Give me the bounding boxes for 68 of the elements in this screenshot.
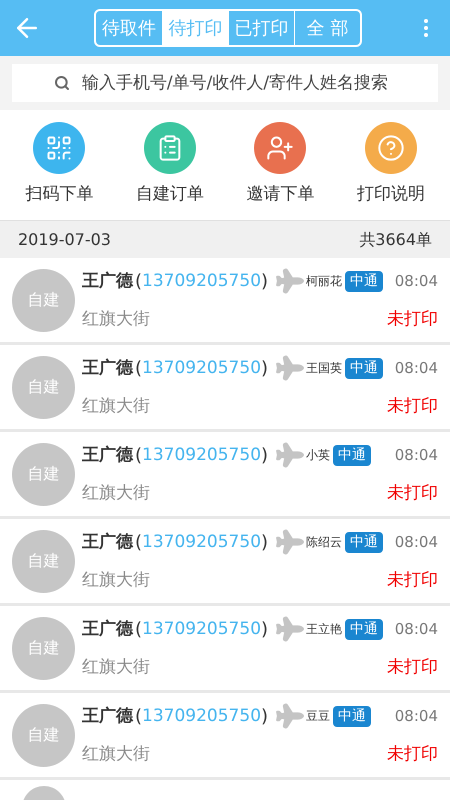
order-time: 08:04 xyxy=(394,619,438,640)
order-count: 共3664单 xyxy=(359,228,432,250)
avatar-badge: 自建 xyxy=(12,268,75,332)
search-field[interactable]: 输入手机号/单号/收件人/寄件人姓名搜索 xyxy=(12,64,438,102)
open-paren: ( xyxy=(135,444,142,468)
carrier-tag: 中通 xyxy=(345,532,384,553)
address-text: 红旗大街 xyxy=(82,395,150,418)
address-text: 红旗大街 xyxy=(82,656,150,680)
avatar-badge: 自建 xyxy=(12,442,75,506)
order-row[interactable]: 自建 王广德(13709205750) 豆豆 中通 08:04 红旗大街 未打印 xyxy=(0,693,450,780)
sender-name: 王广德 xyxy=(82,530,133,554)
sender-name: 王广德 xyxy=(82,704,133,728)
recipient-name: 小英 xyxy=(306,447,330,464)
print-status: 未打印 xyxy=(387,482,438,506)
search-icon xyxy=(54,75,70,91)
action-button[interactable]: 打印说明 xyxy=(338,122,444,208)
order-time: 08:04 xyxy=(394,445,438,466)
recipient-name: 王立艳 xyxy=(306,621,342,638)
close-paren: ) xyxy=(261,356,268,381)
order-row[interactable]: 自建 王广德(13709205750) 王立艳 中通 08:04 红旗大街 未打印 xyxy=(0,606,450,693)
avatar-badge: 自建 xyxy=(12,704,75,766)
open-paren: ( xyxy=(135,618,142,642)
open-paren: ( xyxy=(135,356,142,381)
avatar-badge: 自建 xyxy=(12,616,75,680)
order-time: 08:04 xyxy=(394,271,438,292)
recipient-name: 豆豆 xyxy=(306,708,330,726)
close-paren: ) xyxy=(261,704,268,729)
address-text: 红旗大街 xyxy=(82,482,150,506)
close-paren: ) xyxy=(261,530,268,555)
carrier-tag: 中通 xyxy=(333,444,372,466)
recipient-name: 王国英 xyxy=(306,360,342,378)
sender-name: 王广德 xyxy=(82,618,133,640)
date-text: 2019-07-03 xyxy=(18,228,111,250)
action-button[interactable]: 扫码下单 xyxy=(6,122,112,208)
avatar-badge: 自建 xyxy=(12,356,75,418)
close-paren: ) xyxy=(261,618,268,642)
order-time: 08:04 xyxy=(394,706,438,727)
print-status: 未打印 xyxy=(387,656,438,680)
action-button[interactable]: 邀请下单 xyxy=(228,122,333,208)
carrier-tag: 中通 xyxy=(333,706,372,727)
order-time: 08:04 xyxy=(394,532,438,553)
order-row[interactable]: 自建 王广德(13709205750) 陈绍云 中通 08:04 红旗大街 未打印 xyxy=(0,519,450,606)
open-paren: ( xyxy=(135,530,142,555)
close-paren: ) xyxy=(261,444,268,468)
print-status: 未打印 xyxy=(387,395,438,418)
address-text: 红旗大街 xyxy=(82,743,150,766)
address-text: 红旗大街 xyxy=(82,569,150,592)
action-button[interactable]: 自建订单 xyxy=(117,122,222,208)
avatar-badge: 自建 xyxy=(12,530,75,592)
address-text: 红旗大街 xyxy=(82,308,150,332)
order-row[interactable]: 自建 王广德(13709205750) 王国英 中通 08:04 红旗大街 未打印 xyxy=(0,345,450,432)
open-paren: ( xyxy=(135,270,142,294)
sender-name: 王广德 xyxy=(82,270,133,292)
order-time: 08:04 xyxy=(394,358,438,379)
print-status: 未打印 xyxy=(387,308,438,332)
carrier-tag: 中通 xyxy=(345,270,384,292)
carrier-tag: 中通 xyxy=(345,358,384,379)
open-paren: ( xyxy=(135,704,142,729)
print-status: 未打印 xyxy=(387,743,438,766)
sender-name: 王广德 xyxy=(82,356,133,380)
order-row[interactable]: 自建 王广德(13709205750) 小英 中通 08:04 红旗大街 未打印 xyxy=(0,432,450,519)
recipient-name: 陈绍云 xyxy=(306,534,342,552)
carrier-tag: 中通 xyxy=(345,618,384,640)
sender-name: 王广德 xyxy=(82,444,133,466)
recipient-name: 柯丽花 xyxy=(306,273,342,290)
order-row[interactable]: 自建 王广德(13709205750) 柯丽花 中通 08:04 红旗大街 未打印 xyxy=(0,258,450,345)
close-paren: ) xyxy=(261,270,268,294)
print-status: 未打印 xyxy=(387,569,438,592)
